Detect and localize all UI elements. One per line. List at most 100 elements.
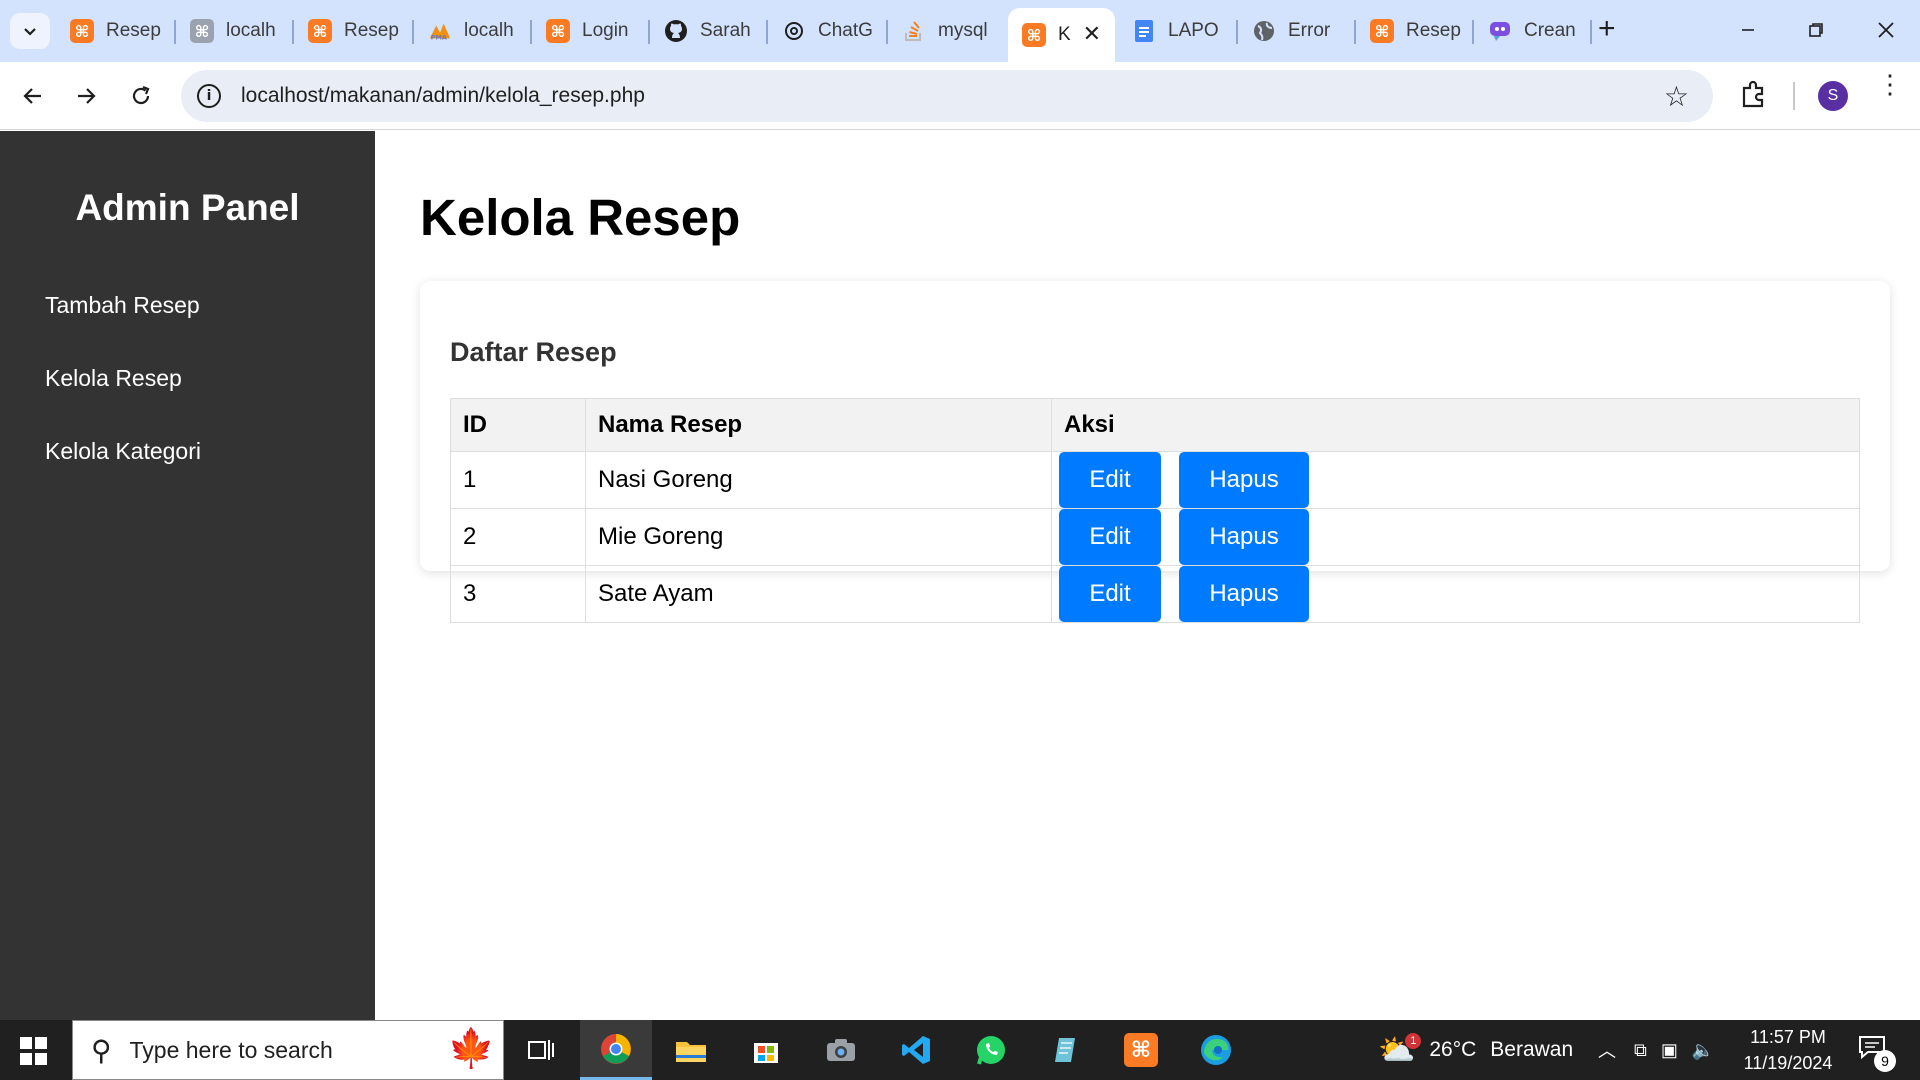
close-tab-icon[interactable]: ✕ xyxy=(1083,21,1101,47)
search-placeholder: Type here to search xyxy=(129,1036,333,1063)
browser-tab[interactable]: PMA localh xyxy=(414,8,530,54)
cell-actions: Edit Hapus xyxy=(1051,508,1860,566)
reload-icon xyxy=(132,85,150,105)
chevron-down-icon xyxy=(24,28,36,36)
notification-center-icon[interactable]: 9 xyxy=(1858,1034,1896,1072)
delete-button[interactable]: Hapus xyxy=(1179,566,1309,622)
chevron-up-icon[interactable]: ︿ xyxy=(1598,1037,1616,1063)
chatgpt-icon xyxy=(782,19,806,43)
microsoft-store-icon[interactable] xyxy=(730,1020,802,1080)
network-icon[interactable]: ▣ xyxy=(1661,1040,1678,1061)
tab-title: Resep xyxy=(344,20,399,41)
windows-taskbar: ⚲ Type here to search 🍁 ⌘ ⛅ 1 26°C Berawa… xyxy=(0,1020,1920,1080)
file-explorer-icon[interactable] xyxy=(655,1020,727,1080)
column-header-id: ID xyxy=(450,398,586,452)
cell-actions: Edit Hapus xyxy=(1051,565,1860,623)
tab-title: Resep xyxy=(1406,20,1461,41)
sidebar-item-kelola-resep[interactable]: Kelola Resep xyxy=(45,365,182,392)
cell-id: 3 xyxy=(450,565,586,623)
browser-tab-strip: ⌘ Resep ⌘ localh ⌘ Resep PMA localh ⌘ Lo… xyxy=(0,0,1920,62)
tab-search-button[interactable] xyxy=(10,13,50,49)
browser-tab[interactable]: Crean xyxy=(1474,8,1590,54)
copilot-icon xyxy=(1488,19,1512,43)
forward-button[interactable] xyxy=(66,76,106,116)
taskbar-search-box[interactable]: ⚲ Type here to search 🍁 xyxy=(72,1020,504,1080)
tab-title: Sarah xyxy=(700,20,751,41)
tab-title: localh xyxy=(226,20,276,41)
browser-tab[interactable]: LAPO xyxy=(1118,8,1236,54)
restore-icon xyxy=(1809,23,1823,37)
minimize-button[interactable] xyxy=(1718,10,1778,50)
browser-tab[interactable]: mysql xyxy=(888,8,1006,54)
address-bar[interactable]: i localhost/makanan/admin/kelola_resep.p… xyxy=(181,70,1713,122)
windows-start-icon[interactable] xyxy=(20,1037,48,1065)
close-window-button[interactable] xyxy=(1856,10,1916,50)
profile-avatar[interactable]: S xyxy=(1818,81,1848,111)
reload-button[interactable] xyxy=(121,76,161,116)
card-title: Daftar Resep xyxy=(450,337,617,367)
browser-tab[interactable]: Sarah xyxy=(650,8,766,54)
camera-icon[interactable] xyxy=(805,1020,877,1080)
clock-date: 11/19/2024 xyxy=(1743,1053,1833,1073)
back-button[interactable] xyxy=(13,76,53,116)
main-content: Kelola Resep Daftar Resep ID Nama Resep … xyxy=(375,131,1920,1020)
browser-toolbar: i localhost/makanan/admin/kelola_resep.p… xyxy=(0,62,1920,130)
site-info-icon[interactable]: i xyxy=(197,84,221,108)
svg-text:PMA: PMA xyxy=(431,33,447,41)
autumn-decoration-icon: 🍁 xyxy=(447,1028,495,1070)
xampp-icon: ⌘ xyxy=(70,19,94,43)
vscode-icon[interactable] xyxy=(880,1020,952,1080)
chrome-taskbar-icon[interactable] xyxy=(580,1020,652,1080)
notepad-icon[interactable] xyxy=(1030,1020,1102,1080)
new-tab-button[interactable]: + xyxy=(1598,14,1616,44)
browser-tab-active[interactable]: ⌘ K ✕ xyxy=(1008,8,1115,62)
browser-tab[interactable]: ⌘ Resep xyxy=(56,8,174,54)
google-docs-icon xyxy=(1132,19,1156,43)
weather-widget[interactable]: ⛅ 1 26°C Berawan xyxy=(1378,1020,1573,1080)
cell-recipe-name: Nasi Goreng xyxy=(585,451,1052,509)
restore-button[interactable] xyxy=(1786,10,1846,50)
url-text[interactable]: localhost/makanan/admin/kelola_resep.php xyxy=(241,84,645,108)
edit-button[interactable]: Edit xyxy=(1059,452,1161,508)
tab-title: Error xyxy=(1288,20,1331,41)
stackoverflow-icon xyxy=(902,19,926,43)
extensions-icon[interactable] xyxy=(1738,78,1770,110)
recipe-list-card: Daftar Resep ID Nama Resep Aksi 1 Nasi G… xyxy=(420,281,1890,623)
partly-cloudy-icon: ⛅ 1 xyxy=(1378,1032,1422,1068)
tab-title: LAPO xyxy=(1168,20,1219,41)
delete-button[interactable]: Hapus xyxy=(1179,509,1309,565)
arrow-left-icon xyxy=(23,88,41,104)
edit-button[interactable]: Edit xyxy=(1059,509,1161,565)
browser-tab[interactable]: ⌘ localh xyxy=(176,8,292,54)
system-tray: ︿ ⧉ ▣ 🔈 xyxy=(1598,1020,1714,1080)
task-view-icon[interactable] xyxy=(505,1020,577,1080)
xampp-taskbar-icon[interactable]: ⌘ xyxy=(1105,1020,1177,1080)
tab-title: Login xyxy=(582,20,629,41)
browser-tab[interactable]: ⌘ Login xyxy=(532,8,648,54)
bookmark-star-icon[interactable]: ☆ xyxy=(1664,80,1689,113)
browser-tab[interactable]: Error xyxy=(1238,8,1354,54)
toolbar-divider xyxy=(1793,82,1795,110)
browser-tab[interactable]: ChatG xyxy=(768,8,886,54)
clock-time: 11:57 PM xyxy=(1750,1027,1826,1047)
sidebar-item-kelola-kategori[interactable]: Kelola Kategori xyxy=(45,438,201,465)
taskbar-clock[interactable]: 11:57 PM 11/19/2024 xyxy=(1728,1024,1848,1076)
meet-now-icon[interactable]: ⧉ xyxy=(1634,1040,1647,1061)
cell-recipe-name: Sate Ayam xyxy=(585,565,1052,623)
table-row: 3 Sate Ayam Edit Hapus xyxy=(450,565,1860,623)
browser-tab[interactable]: ⌘ Resep xyxy=(1356,8,1472,54)
weather-badge: 1 xyxy=(1405,1032,1422,1049)
xampp-icon: ⌘ xyxy=(1022,23,1046,47)
browser-menu-icon[interactable]: ⋮ xyxy=(1877,71,1903,97)
sidebar-title: Admin Panel xyxy=(75,187,300,228)
page-content: Admin Panel Tambah Resep Kelola Resep Ke… xyxy=(0,131,1920,1020)
admin-sidebar: Admin Panel Tambah Resep Kelola Resep Ke… xyxy=(0,131,375,1020)
whatsapp-icon[interactable] xyxy=(955,1020,1027,1080)
edit-button[interactable]: Edit xyxy=(1059,566,1161,622)
browser-tab[interactable]: ⌘ Resep xyxy=(294,8,412,54)
volume-icon[interactable]: 🔈 xyxy=(1692,1040,1714,1061)
table-row: 1 Nasi Goreng Edit Hapus xyxy=(450,451,1860,509)
delete-button[interactable]: Hapus xyxy=(1179,452,1309,508)
edge-icon[interactable] xyxy=(1180,1020,1252,1080)
sidebar-item-tambah-resep[interactable]: Tambah Resep xyxy=(45,292,200,319)
